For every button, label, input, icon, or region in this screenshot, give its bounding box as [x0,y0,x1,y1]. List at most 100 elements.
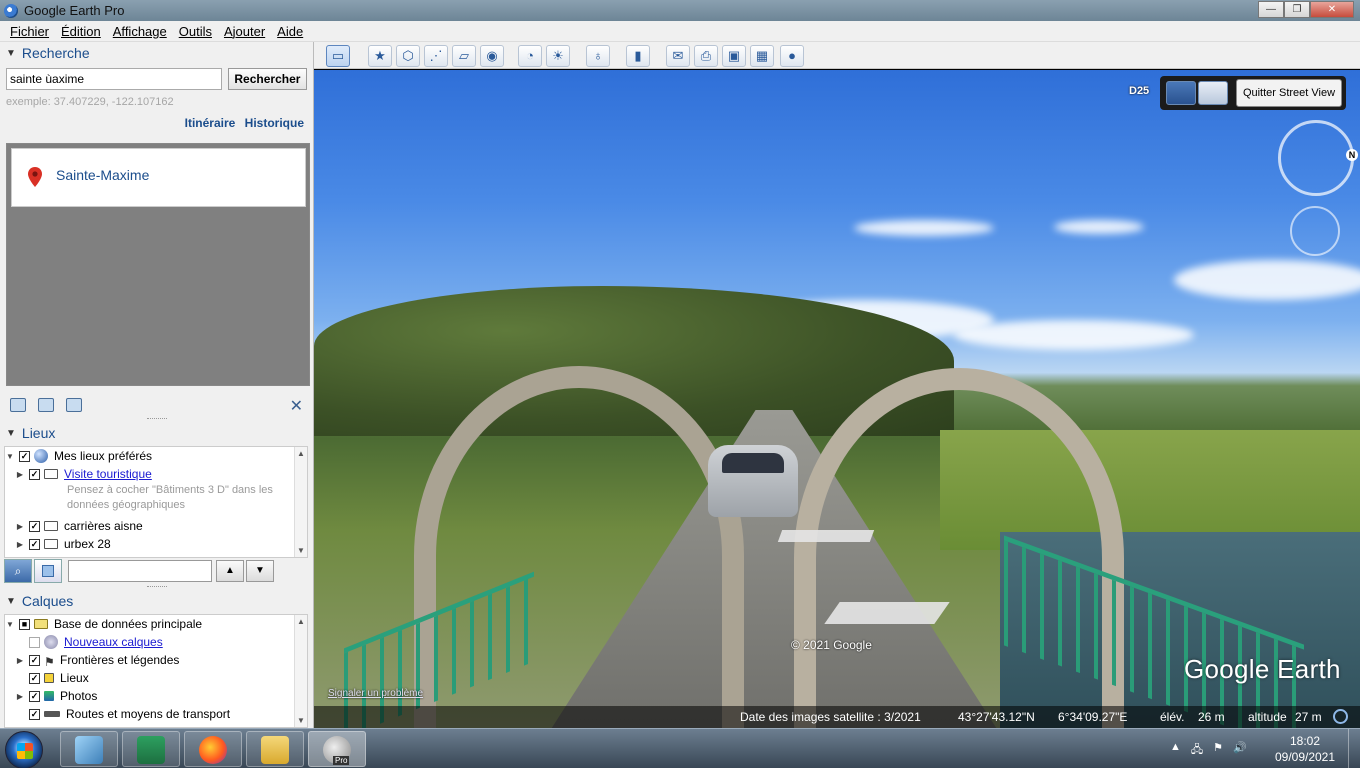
expand-icon[interactable]: ▶ [15,470,25,479]
navigation-arrow[interactable] [824,602,950,624]
email-icon[interactable]: ✉ [666,45,690,67]
polygon-icon[interactable]: ⬡ [396,45,420,67]
menu-ajouter[interactable]: Ajouter [218,24,271,39]
tree-row-label[interactable]: Visite touristique [64,467,152,481]
sidebar-toggle-icon[interactable]: ▭ [326,45,350,67]
start-button[interactable] [5,731,43,768]
scroll-down-icon[interactable]: ▼ [297,716,305,725]
volume-icon[interactable]: 🔊 [1233,741,1247,760]
tree-row-label[interactable]: Nouveaux calques [64,635,163,649]
checkbox[interactable]: ✓ [19,450,30,462]
earth-view-icon[interactable]: ● [780,45,804,67]
move-up-button[interactable]: ▲ [216,560,244,582]
path-icon[interactable]: ⋰ [424,45,448,67]
show-desktop-button[interactable] [1348,729,1360,768]
pegman-icon[interactable] [1166,81,1196,105]
menu-aide[interactable]: Aide [271,24,309,39]
tree-row-photos[interactable]: ▶ ✓ Photos [5,687,307,705]
tree-row-my-places[interactable]: ▼ ✓ Mes lieux préférés [5,447,307,465]
checkbox[interactable]: ✓ [29,520,40,532]
street-view[interactable]: D25 Quitter Street View N © 2021 Google … [314,70,1360,728]
collapse-icon[interactable]: ▼ [5,452,15,461]
taskbar-app[interactable] [246,731,304,767]
search-panel-header[interactable]: ▼ Recherche [0,42,313,64]
collapse-icon[interactable]: ▼ [5,620,15,629]
layers-scrollbar[interactable]: ▲ ▼ [294,615,307,727]
building-icon[interactable] [1198,81,1228,105]
collapse-triangle-icon[interactable]: ▼ [6,428,16,439]
minimize-button[interactable]: — [1258,1,1284,18]
image-overlay-icon[interactable]: ▱ [452,45,476,67]
places-scrollbar[interactable]: ▲ ▼ [294,447,307,557]
layers-panel-header[interactable]: ▼ Calques [0,590,314,612]
places-filter-input[interactable] [68,560,212,582]
taskbar-app-google-earth[interactable]: Pro [308,731,366,767]
ruler-icon[interactable]: ▮ [626,45,650,67]
tree-row-urbex[interactable]: ▶ ✓ urbex 28 [5,535,307,553]
resize-grip[interactable] [147,418,167,420]
look-joystick[interactable] [1290,206,1340,256]
print-icon[interactable]: ⎙ [694,45,718,67]
taskbar-app[interactable] [122,731,180,767]
expand-icon[interactable]: ▶ [15,656,25,665]
places-panel-header[interactable]: ▼ Lieux [0,422,314,444]
search-result-name[interactable]: Sainte-Maxime [56,167,149,183]
record-tour-icon[interactable]: ◉ [480,45,504,67]
clock[interactable]: 18:02 09/09/2021 [1270,733,1340,765]
sunlight-icon[interactable]: ☀ [546,45,570,67]
menu-fichier[interactable]: Fichier [4,24,55,39]
menu-outils[interactable]: Outils [173,24,218,39]
north-indicator[interactable]: N [1346,149,1358,161]
scroll-up-icon[interactable]: ▲ [297,617,305,626]
close-button[interactable]: ✕ [1310,1,1354,18]
save-image-icon[interactable]: ▣ [722,45,746,67]
copy-icon[interactable] [38,398,54,412]
tree-row-new-layers[interactable]: Nouveaux calques [5,633,307,651]
history-link[interactable]: Historique [245,116,304,130]
print-icon[interactable] [66,398,82,412]
checkbox[interactable] [29,636,40,648]
navigation-arrow[interactable] [777,530,875,542]
search-places-button[interactable]: ⌕ [4,559,32,583]
close-search-icon[interactable]: ✕ [290,396,303,416]
toggle-panel-button[interactable] [34,559,62,583]
search-button[interactable]: Rechercher [227,68,307,90]
search-result-item[interactable]: Sainte-Maxime [11,148,306,207]
compass-ring[interactable] [1278,120,1354,196]
collapse-triangle-icon[interactable]: ▼ [6,596,16,607]
tree-row-quarries[interactable]: ▶ ✓ carrières aisne [5,517,307,535]
network-icon[interactable]: 🖧 [1191,741,1203,760]
checkbox[interactable]: ✓ [29,690,40,702]
checkbox[interactable]: ✓ [29,672,40,684]
taskbar-app[interactable] [60,731,118,767]
expand-icon[interactable]: ▶ [15,540,25,549]
tree-row-borders[interactable]: ▶ ✓ ⚑ Frontières et légendes [5,651,307,669]
tree-row-primary-db[interactable]: ▼ ■ Base de données principale [5,615,307,633]
maximize-button[interactable]: ❐ [1284,1,1310,18]
report-problem-link[interactable]: Signaler un problème [328,688,423,699]
expand-icon[interactable]: ▶ [15,522,25,531]
maps-icon[interactable]: ▦ [750,45,774,67]
menu-edition[interactable]: Édition [55,24,107,39]
add-folder-icon[interactable] [10,398,26,412]
scroll-down-icon[interactable]: ▼ [297,546,305,555]
placemark-icon[interactable]: ★ [368,45,392,67]
planets-icon[interactable]: ♁ [586,45,610,67]
itinerary-link[interactable]: Itinéraire [185,116,236,130]
checkbox[interactable]: ✓ [29,654,40,666]
exit-street-view-button[interactable]: Quitter Street View [1236,79,1342,107]
tray-expand-icon[interactable]: ▲ [1170,741,1181,760]
expand-icon[interactable]: ▶ [15,692,25,701]
checkbox[interactable]: ✓ [29,538,40,550]
resize-grip[interactable] [147,586,167,588]
checkbox[interactable]: ✓ [29,708,40,720]
tree-row-roads[interactable]: ✓ Routes et moyens de transport [5,705,307,723]
search-input[interactable] [6,68,222,90]
collapse-triangle-icon[interactable]: ▼ [6,48,16,59]
menu-affichage[interactable]: Affichage [107,24,173,39]
checkbox[interactable]: ■ [19,618,30,630]
scroll-up-icon[interactable]: ▲ [297,449,305,458]
action-center-icon[interactable]: ⚑ [1213,741,1223,760]
historical-imagery-icon[interactable]: ◔ [518,45,542,67]
taskbar-app[interactable] [184,731,242,767]
